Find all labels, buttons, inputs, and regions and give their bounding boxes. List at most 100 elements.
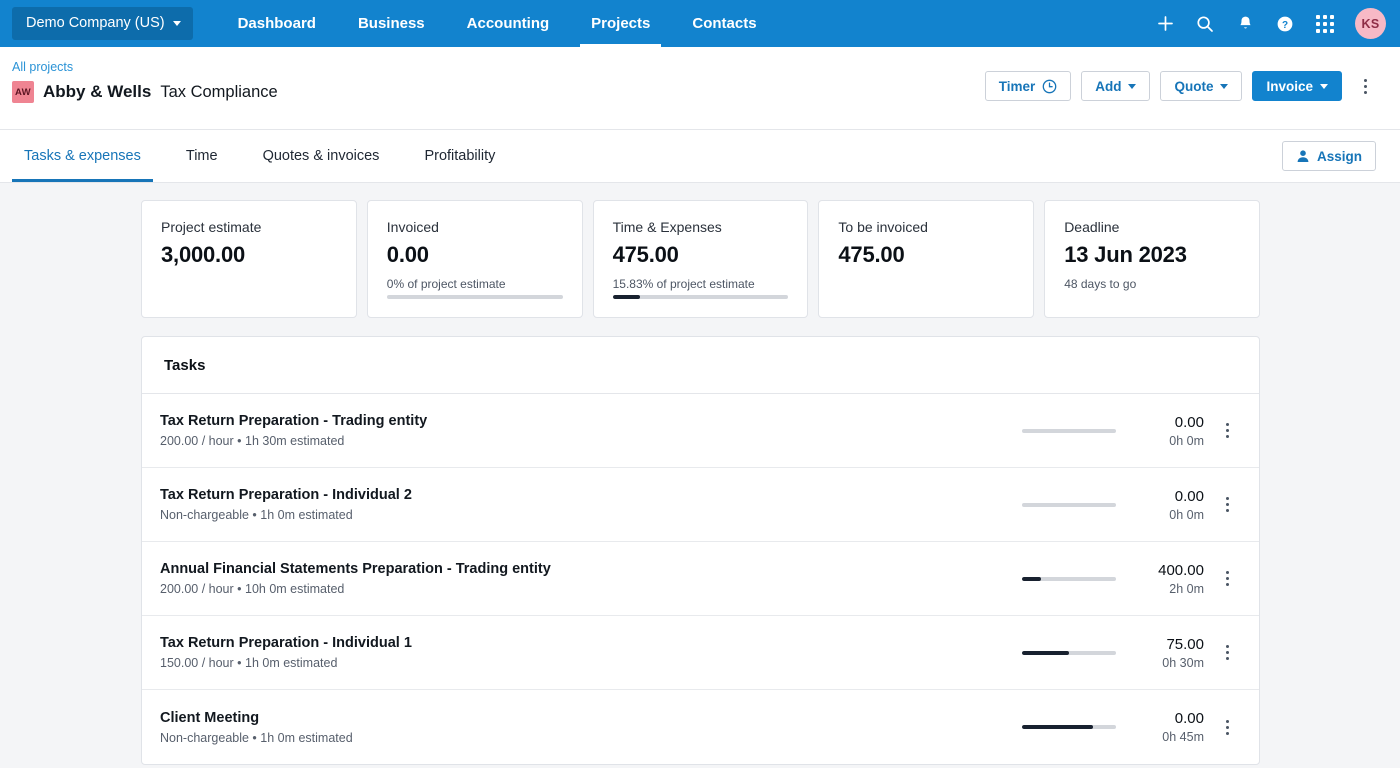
table-row[interactable]: Tax Return Preparation - Individual 2 Non… [142,468,1259,542]
main-content: Project estimate 3,000.00 Invoiced 0.00 … [0,183,1400,765]
card-value: 475.00 [612,242,679,267]
tab-tasks-expenses[interactable]: Tasks & expenses [12,130,153,182]
table-row[interactable]: Annual Financial Statements Preparation … [142,542,1259,616]
nav-label: Contacts [692,15,757,32]
progress-fill [612,295,641,299]
nav-item-contacts[interactable]: Contacts [671,0,777,47]
timer-label: Timer [998,78,1036,94]
timer-button[interactable]: Timer [984,71,1072,101]
card-deadline: Deadline 13 Jun 2023 48 days to go [1044,200,1260,318]
card-label: Project estimate [161,219,262,235]
table-row[interactable]: Client Meeting Non-chargeable • 1h 0m est… [142,690,1259,764]
task-more-menu-icon[interactable] [1210,488,1244,522]
tab-label: Quotes & invoices [262,148,380,164]
project-more-menu-icon[interactable] [1354,71,1376,101]
tab-profitability[interactable]: Profitability [412,130,507,182]
avatar[interactable]: KS [1355,8,1386,39]
apps-grid-icon[interactable] [1307,6,1343,42]
task-values: 0.00 0h 0m [1134,414,1204,448]
task-info: Tax Return Preparation - Individual 2 Non… [160,487,1022,522]
nav-label: Projects [591,15,651,32]
card-to-be-invoiced: To be invoiced 475.00 [818,200,1035,318]
task-title: Tax Return Preparation - Individual 1 [160,635,412,651]
card-project-estimate: Project estimate 3,000.00 [141,200,357,318]
invoice-button[interactable]: Invoice [1252,71,1342,101]
card-label: To be invoiced [838,219,928,235]
nav-actions: ? KS [1147,0,1400,47]
task-amount: 0.00 [1174,487,1204,505]
tasks-heading: Tasks [142,337,1259,394]
task-info: Annual Financial Statements Preparation … [160,561,1022,596]
task-progress-fill [1022,650,1069,655]
tab-time[interactable]: Time [174,130,230,182]
task-time: 0h 0m [1169,507,1204,522]
task-meta: Non-chargeable • 1h 0m estimated [160,508,353,522]
progress-bar [612,295,789,299]
nav-label: Dashboard [237,15,316,32]
project-tabs: Tasks & expenses Time Quotes & invoices … [0,130,1400,183]
project-name: Tax Compliance [160,82,278,101]
table-row[interactable]: Tax Return Preparation - Individual 1 150… [142,616,1259,690]
task-values: 0.00 0h 45m [1134,710,1204,744]
task-time: 0h 30m [1162,655,1204,670]
bell-icon[interactable] [1227,6,1263,42]
help-icon[interactable]: ? [1267,6,1303,42]
breadcrumb[interactable]: All projects [12,60,278,74]
task-time: 0h 45m [1162,730,1204,744]
chevron-down-icon [1128,83,1137,89]
card-subtext: 48 days to go [1064,277,1137,291]
tab-quotes-invoices[interactable]: Quotes & invoices [251,130,392,182]
nav-item-accounting[interactable]: Accounting [446,0,571,47]
task-info: Tax Return Preparation - Trading entity 2… [160,413,1022,448]
avatar-initials: KS [1361,16,1380,31]
task-progress-bar [1022,725,1116,729]
assign-area: Assign [1281,130,1376,182]
task-more-menu-icon[interactable] [1210,562,1244,596]
task-progress-bar [1022,502,1116,507]
chevron-down-icon [172,20,181,26]
task-more-menu-icon[interactable] [1210,710,1244,744]
organization-switcher[interactable]: Demo Company (US) [12,7,193,40]
task-info: Client Meeting Non-chargeable • 1h 0m est… [160,710,1022,745]
chevron-down-icon [1320,83,1328,89]
task-amount: 75.00 [1166,635,1204,653]
task-values: 0.00 0h 0m [1134,488,1204,522]
quote-button[interactable]: Quote [1160,71,1243,101]
table-row[interactable]: Tax Return Preparation - Trading entity 2… [142,394,1259,468]
task-progress-bar [1022,576,1116,581]
add-button[interactable]: Add [1081,71,1151,101]
task-progress-bar [1022,650,1116,655]
task-title: Client Meeting [160,709,260,726]
card-value: 475.00 [838,242,905,267]
task-meta: Non-chargeable • 1h 0m estimated [160,730,353,745]
task-title: Tax Return Preparation - Individual 2 [160,487,412,503]
nav-item-projects[interactable]: Projects [570,0,671,47]
plus-icon[interactable] [1147,6,1183,42]
card-value: 0.00 [386,242,429,267]
tab-label: Time [185,148,218,164]
task-title: Annual Financial Statements Preparation … [160,561,551,577]
card-subtext: 15.83% of project estimate [612,277,755,291]
task-meta: 150.00 / hour • 1h 0m estimated [160,656,338,670]
task-progress-fill [1022,576,1041,581]
tab-label: Tasks & expenses [24,148,141,164]
card-value: 3,000.00 [161,242,246,267]
task-more-menu-icon[interactable] [1210,414,1244,448]
task-progress-bar [1022,428,1116,433]
client-name: Abby & Wells [43,82,152,101]
task-time: 2h 0m [1169,581,1204,596]
task-more-menu-icon[interactable] [1210,636,1244,670]
task-meta: 200.00 / hour • 1h 30m estimated [160,434,345,448]
task-time: 0h 0m [1169,433,1204,448]
add-label: Add [1095,78,1122,94]
card-label: Invoiced [386,219,439,235]
nav-item-business[interactable]: Business [337,0,446,47]
nav-item-dashboard[interactable]: Dashboard [217,0,337,47]
task-amount: 0.00 [1174,710,1204,727]
person-icon [1297,150,1309,162]
client-initials-badge: AW [12,81,34,103]
search-icon[interactable] [1187,6,1223,42]
chevron-down-icon [1220,83,1229,89]
assign-label: Assign [1316,148,1362,164]
assign-button[interactable]: Assign [1281,141,1376,171]
